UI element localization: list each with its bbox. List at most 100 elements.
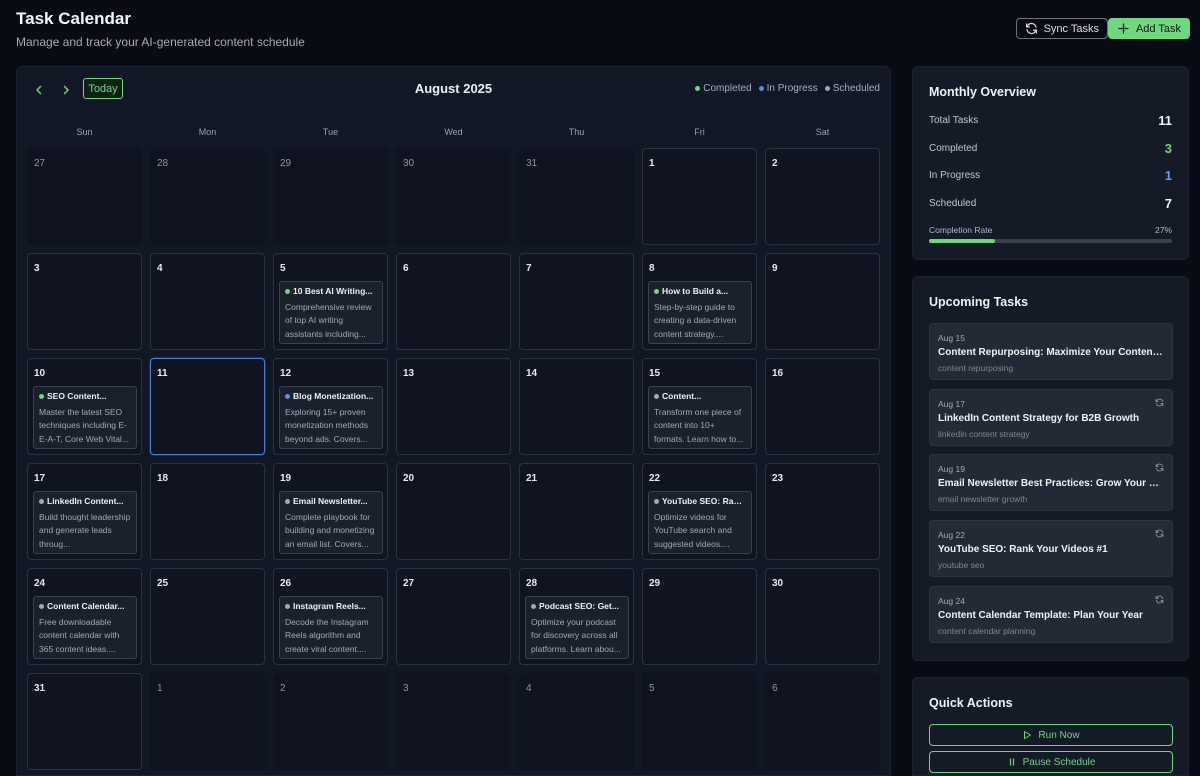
calendar-day[interactable]: 30 xyxy=(396,148,511,245)
stat-label: In Progress xyxy=(929,170,981,181)
run-now-button[interactable]: Run Now xyxy=(929,724,1173,746)
calendar-day[interactable]: 28 Podcast SEO: Get... Optimize your podca… xyxy=(519,568,634,665)
task-title-text: LinkedIn Content... xyxy=(47,496,124,506)
task-description: Optimize videos for YouTube search and s… xyxy=(654,512,732,549)
calendar-day[interactable]: 8 How to Build a... Step-by-step guide to … xyxy=(642,253,757,350)
calendar-day[interactable]: 16 xyxy=(765,358,880,455)
legend-item: In Progress xyxy=(758,83,818,94)
day-number: 29 xyxy=(280,158,292,169)
calendar-day[interactable]: 21 xyxy=(519,463,634,560)
task-card[interactable]: Email Newsletter... Complete playbook for… xyxy=(279,491,383,554)
calendar-day[interactable]: 17 LinkedIn Content... Build thought leade… xyxy=(27,463,142,560)
task-card[interactable]: Blog Monetization... Exploring 15+ proven… xyxy=(279,386,383,449)
task-title: LinkedIn Content... xyxy=(39,496,131,506)
calendar-day[interactable]: 27 xyxy=(27,148,142,245)
calendar-day[interactable]: 3 xyxy=(396,673,511,770)
task-card[interactable]: LinkedIn Content... Build thought leaders… xyxy=(33,491,137,554)
calendar-day[interactable]: 2 xyxy=(765,148,880,245)
task-description: Step-by-step guide to creating a data-dr… xyxy=(654,302,737,339)
page-subtitle: Manage and track your AI-generated conte… xyxy=(16,35,305,49)
upcoming-task-item[interactable]: Aug 17 LinkedIn Content Strategy for B2B … xyxy=(929,388,1173,446)
upcoming-task-date: Aug 24 xyxy=(938,595,965,606)
calendar-grid: 27 28 29 30 31 1 2 3 4 5 10 Best AI Writing... Comp… xyxy=(27,148,880,773)
task-title-text: Content... xyxy=(662,391,702,401)
calendar-day[interactable]: 29 xyxy=(642,568,757,665)
day-number: 6 xyxy=(772,683,778,694)
task-card[interactable]: How to Build a... Step-by-step guide to c… xyxy=(648,281,752,344)
calendar-day[interactable]: 1 xyxy=(642,148,757,245)
task-title: Email Newsletter... xyxy=(285,496,377,506)
next-month-button[interactable] xyxy=(58,82,74,98)
calendar-day[interactable]: 5 xyxy=(642,673,757,770)
day-number: 2 xyxy=(772,158,778,169)
day-number: 14 xyxy=(526,368,538,379)
calendar-day[interactable]: 7 xyxy=(519,253,634,350)
day-number: 16 xyxy=(772,368,784,379)
calendar-day[interactable]: 28 xyxy=(150,148,265,245)
day-number: 12 xyxy=(280,368,292,379)
calendar-day[interactable]: 29 xyxy=(273,148,388,245)
task-card[interactable]: Content... Transform one piece of content… xyxy=(648,386,752,449)
calendar-day[interactable]: 4 xyxy=(519,673,634,770)
upcoming-task-item[interactable]: Aug 22 YouTube SEO: Rank Your Videos #1 yo… xyxy=(929,520,1173,578)
add-task-button[interactable]: Add Task xyxy=(1107,18,1190,39)
task-card[interactable]: Podcast SEO: Get... Optimize your podcast… xyxy=(525,596,629,659)
task-card[interactable]: YouTube SEO: Rank... Optimize videos for … xyxy=(648,491,752,554)
calendar-day[interactable]: 19 Email Newsletter... Complete playbook f… xyxy=(273,463,388,560)
task-card[interactable]: 10 Best AI Writing... Comprehensive revie… xyxy=(279,281,383,344)
legend-label: In Progress xyxy=(766,83,818,94)
stat-label: Total Tasks xyxy=(929,115,979,126)
legend-label: Completed xyxy=(703,83,752,94)
today-button[interactable]: Today xyxy=(83,78,123,99)
task-title-text: Instagram Reels... xyxy=(293,601,366,611)
calendar-day[interactable]: 2 xyxy=(273,673,388,770)
calendar-day[interactable]: 30 xyxy=(765,568,880,665)
calendar-day-today[interactable]: 11 xyxy=(150,358,265,455)
upcoming-task-date: Aug 19 xyxy=(938,464,965,475)
day-number: 24 xyxy=(34,578,46,589)
task-card[interactable]: SEO Content... Master the latest SEO tech… xyxy=(33,386,137,449)
calendar-day[interactable]: 4 xyxy=(150,253,265,350)
pause-schedule-button[interactable]: Pause Schedule xyxy=(929,751,1173,773)
day-number: 11 xyxy=(157,368,168,379)
task-title: Content Calendar... xyxy=(39,601,131,611)
day-number: 4 xyxy=(157,263,163,274)
calendar-day[interactable]: 13 xyxy=(396,358,511,455)
calendar-day[interactable]: 6 xyxy=(396,253,511,350)
calendar-day[interactable]: 15 Content... Transform one piece of conte… xyxy=(642,358,757,455)
calendar-day[interactable]: 9 xyxy=(765,253,880,350)
day-number: 1 xyxy=(157,683,163,694)
task-description: Complete playbook for building and monet… xyxy=(285,512,375,549)
calendar-day[interactable]: 31 xyxy=(519,148,634,245)
calendar-day[interactable]: 10 SEO Content... Master the latest SEO te… xyxy=(27,358,142,455)
calendar-day[interactable]: 5 10 Best AI Writing... Comprehensive revi… xyxy=(273,253,388,350)
prev-month-button[interactable] xyxy=(31,82,47,98)
task-card[interactable]: Instagram Reels... Decode the Instagram R… xyxy=(279,596,383,659)
weekday-header-row: Sun Mon Tue Wed Thu Fri Sat xyxy=(27,127,880,139)
calendar-day[interactable]: 14 xyxy=(519,358,634,455)
upcoming-task-item[interactable]: Aug 15 Content Repurposing: Maximize Your… xyxy=(929,323,1173,380)
calendar-day[interactable]: 18 xyxy=(150,463,265,560)
calendar-day[interactable]: 31 xyxy=(27,673,142,770)
calendar-day[interactable]: 6 xyxy=(765,673,880,770)
calendar-day[interactable]: 23 xyxy=(765,463,880,560)
calendar-day[interactable]: 26 Instagram Reels... Decode the Instagram… xyxy=(273,568,388,665)
calendar-day[interactable]: 1 xyxy=(150,673,265,770)
stat-row: Total Tasks 11 xyxy=(929,113,1172,128)
calendar-day[interactable]: 22 YouTube SEO: Rank... Optimize videos fo… xyxy=(642,463,757,560)
upcoming-task-item[interactable]: Aug 24 Content Calendar Template: Plan Yo… xyxy=(929,585,1173,643)
calendar-day[interactable]: 24 Content Calendar... Free downloadable c… xyxy=(27,568,142,665)
day-number: 31 xyxy=(526,158,538,169)
task-title-text: Email Newsletter... xyxy=(293,496,368,506)
upcoming-task-keyword: email newsletter growth xyxy=(938,494,1028,505)
calendar-day[interactable]: 27 xyxy=(396,568,511,665)
calendar-day[interactable]: 3 xyxy=(27,253,142,350)
calendar-day[interactable]: 25 xyxy=(150,568,265,665)
day-number: 19 xyxy=(280,473,292,484)
task-card[interactable]: Content Calendar... Free downloadable con… xyxy=(33,596,137,659)
task-title: Podcast SEO: Get... xyxy=(531,601,623,611)
calendar-day[interactable]: 12 Blog Monetization... Exploring 15+ prov… xyxy=(273,358,388,455)
upcoming-task-item[interactable]: Aug 19 Email Newsletter Best Practices: G… xyxy=(929,454,1173,512)
sync-tasks-button[interactable]: Sync Tasks xyxy=(1015,18,1108,39)
calendar-day[interactable]: 20 xyxy=(396,463,511,560)
